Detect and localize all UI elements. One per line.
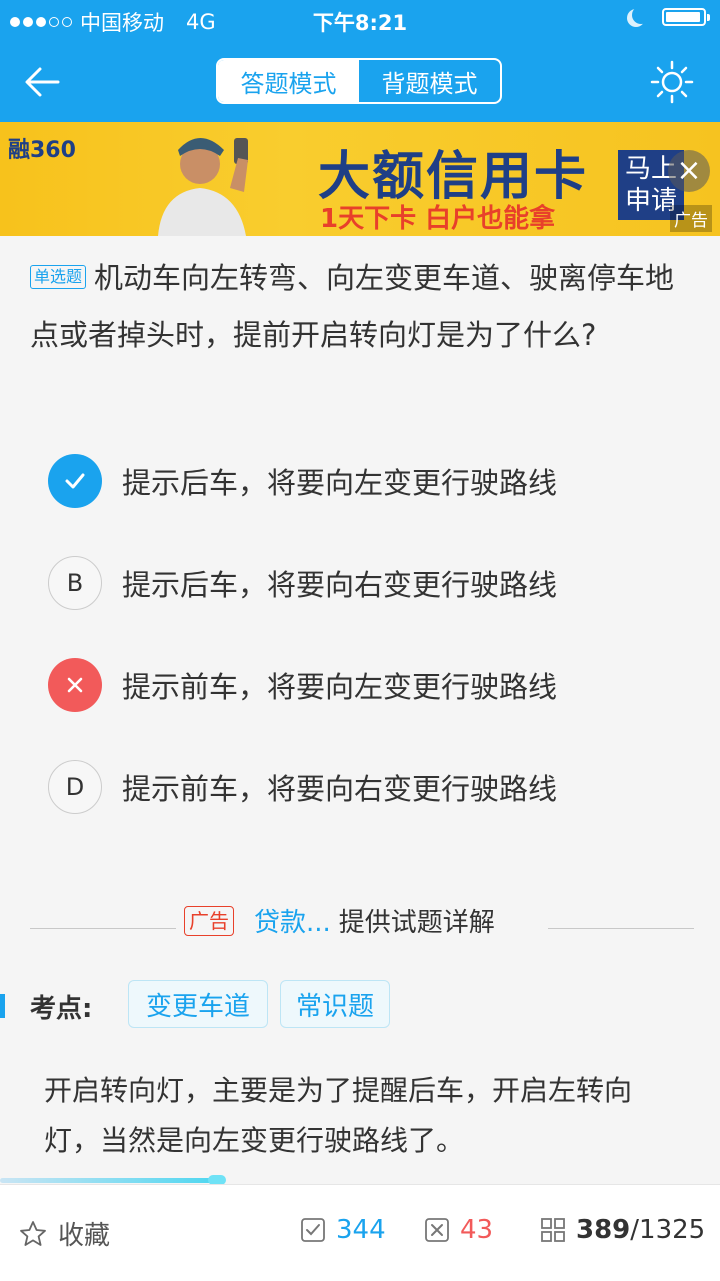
explanation-provider-text: 提供试题详解: [338, 908, 495, 938]
ad-person-image: [158, 138, 248, 236]
ad-tag: 广告: [184, 905, 234, 936]
tab-answer-mode[interactable]: 答题模式: [218, 60, 359, 102]
tab-memorize-mode[interactable]: 背题模式: [359, 60, 500, 102]
favorite-label: 收藏: [58, 1221, 111, 1251]
option-d-letter: D: [48, 760, 102, 814]
option-b-text: 提示后车，将要向右变更行驶路线: [122, 568, 558, 602]
option-a[interactable]: 提示后车，将要向左变更行驶路线: [48, 454, 557, 508]
key-points-marker: [0, 994, 5, 1018]
scroll-progress-bar: [0, 1178, 224, 1183]
wrong-count-value: 43: [460, 1215, 494, 1245]
mode-switch: 答题模式 背题模式: [216, 58, 502, 104]
question-progress[interactable]: 389/1325: [540, 1215, 705, 1245]
option-b[interactable]: B 提示后车，将要向右变更行驶路线: [48, 556, 557, 610]
wrong-box-icon: [425, 1218, 449, 1242]
correct-count[interactable]: 344: [300, 1215, 386, 1245]
check-icon: [48, 454, 102, 508]
status-bar: 中国移动 4G 下午8:21: [0, 0, 720, 40]
question-text-block: 单选题 机动车向左转弯、向左变更车道、驶离停车地点或者掉头时，提前开启转向灯是为了…: [30, 250, 690, 364]
option-c[interactable]: 提示前车，将要向左变更行驶路线: [48, 658, 557, 712]
key-point-tag-common-sense[interactable]: 常识题: [280, 980, 390, 1028]
do-not-disturb-icon: [632, 6, 650, 24]
option-b-letter: B: [48, 556, 102, 610]
explanation-header: 广告 贷款... 提供试题详解: [184, 902, 495, 939]
ad-label: 广告: [670, 205, 712, 232]
battery-icon: [662, 8, 710, 26]
question-type-tag: 单选题: [30, 265, 87, 289]
brightness-icon[interactable]: [650, 60, 694, 104]
loan-ad-link[interactable]: 贷款...: [254, 902, 331, 939]
wrong-count[interactable]: 43: [424, 1215, 493, 1245]
total-questions: /1325: [630, 1215, 706, 1245]
divider-right: [548, 928, 694, 929]
option-a-text: 提示后车，将要向左变更行驶路线: [122, 466, 558, 500]
key-points-label: 考点:: [30, 994, 93, 1024]
option-d-text: 提示前车，将要向右变更行驶路线: [122, 772, 558, 806]
correct-box-icon: [301, 1218, 325, 1242]
cross-icon: [48, 658, 102, 712]
ad-subtitle: 1天下卡 白户也能拿: [320, 204, 556, 234]
key-point-tag-lane-change[interactable]: 变更车道: [128, 980, 268, 1028]
nav-bar: 答题模式 背题模式: [0, 40, 720, 122]
option-d[interactable]: D 提示前车，将要向右变更行驶路线: [48, 760, 557, 814]
bottom-bar: 收藏 344 43 389/1325: [0, 1184, 720, 1281]
option-c-text: 提示前车，将要向左变更行驶路线: [122, 670, 558, 704]
ad-close-icon[interactable]: ×: [668, 150, 710, 192]
ad-brand-logo: 融360: [8, 138, 76, 163]
favorite-button[interactable]: 收藏: [18, 1215, 110, 1252]
grid-icon: [541, 1218, 565, 1242]
divider-left: [30, 928, 176, 929]
question-text: 机动车向左转弯、向左变更车道、驶离停车地点或者掉头时，提前开启转向灯是为了什么?: [30, 261, 675, 352]
current-question-number: 389: [576, 1215, 631, 1245]
correct-count-value: 344: [336, 1215, 386, 1245]
status-time: 下午8:21: [312, 11, 408, 35]
star-icon: [20, 1220, 46, 1246]
explanation-text: 开启转向灯，主要是为了提醒后车，开启左转向灯，当然是向左变更行驶路线了。: [44, 1074, 633, 1157]
back-arrow-icon[interactable]: [22, 60, 66, 104]
ad-banner[interactable]: 融360 大额信用卡 1天下卡 白户也能拿 马上申请 × 广告: [0, 122, 720, 236]
